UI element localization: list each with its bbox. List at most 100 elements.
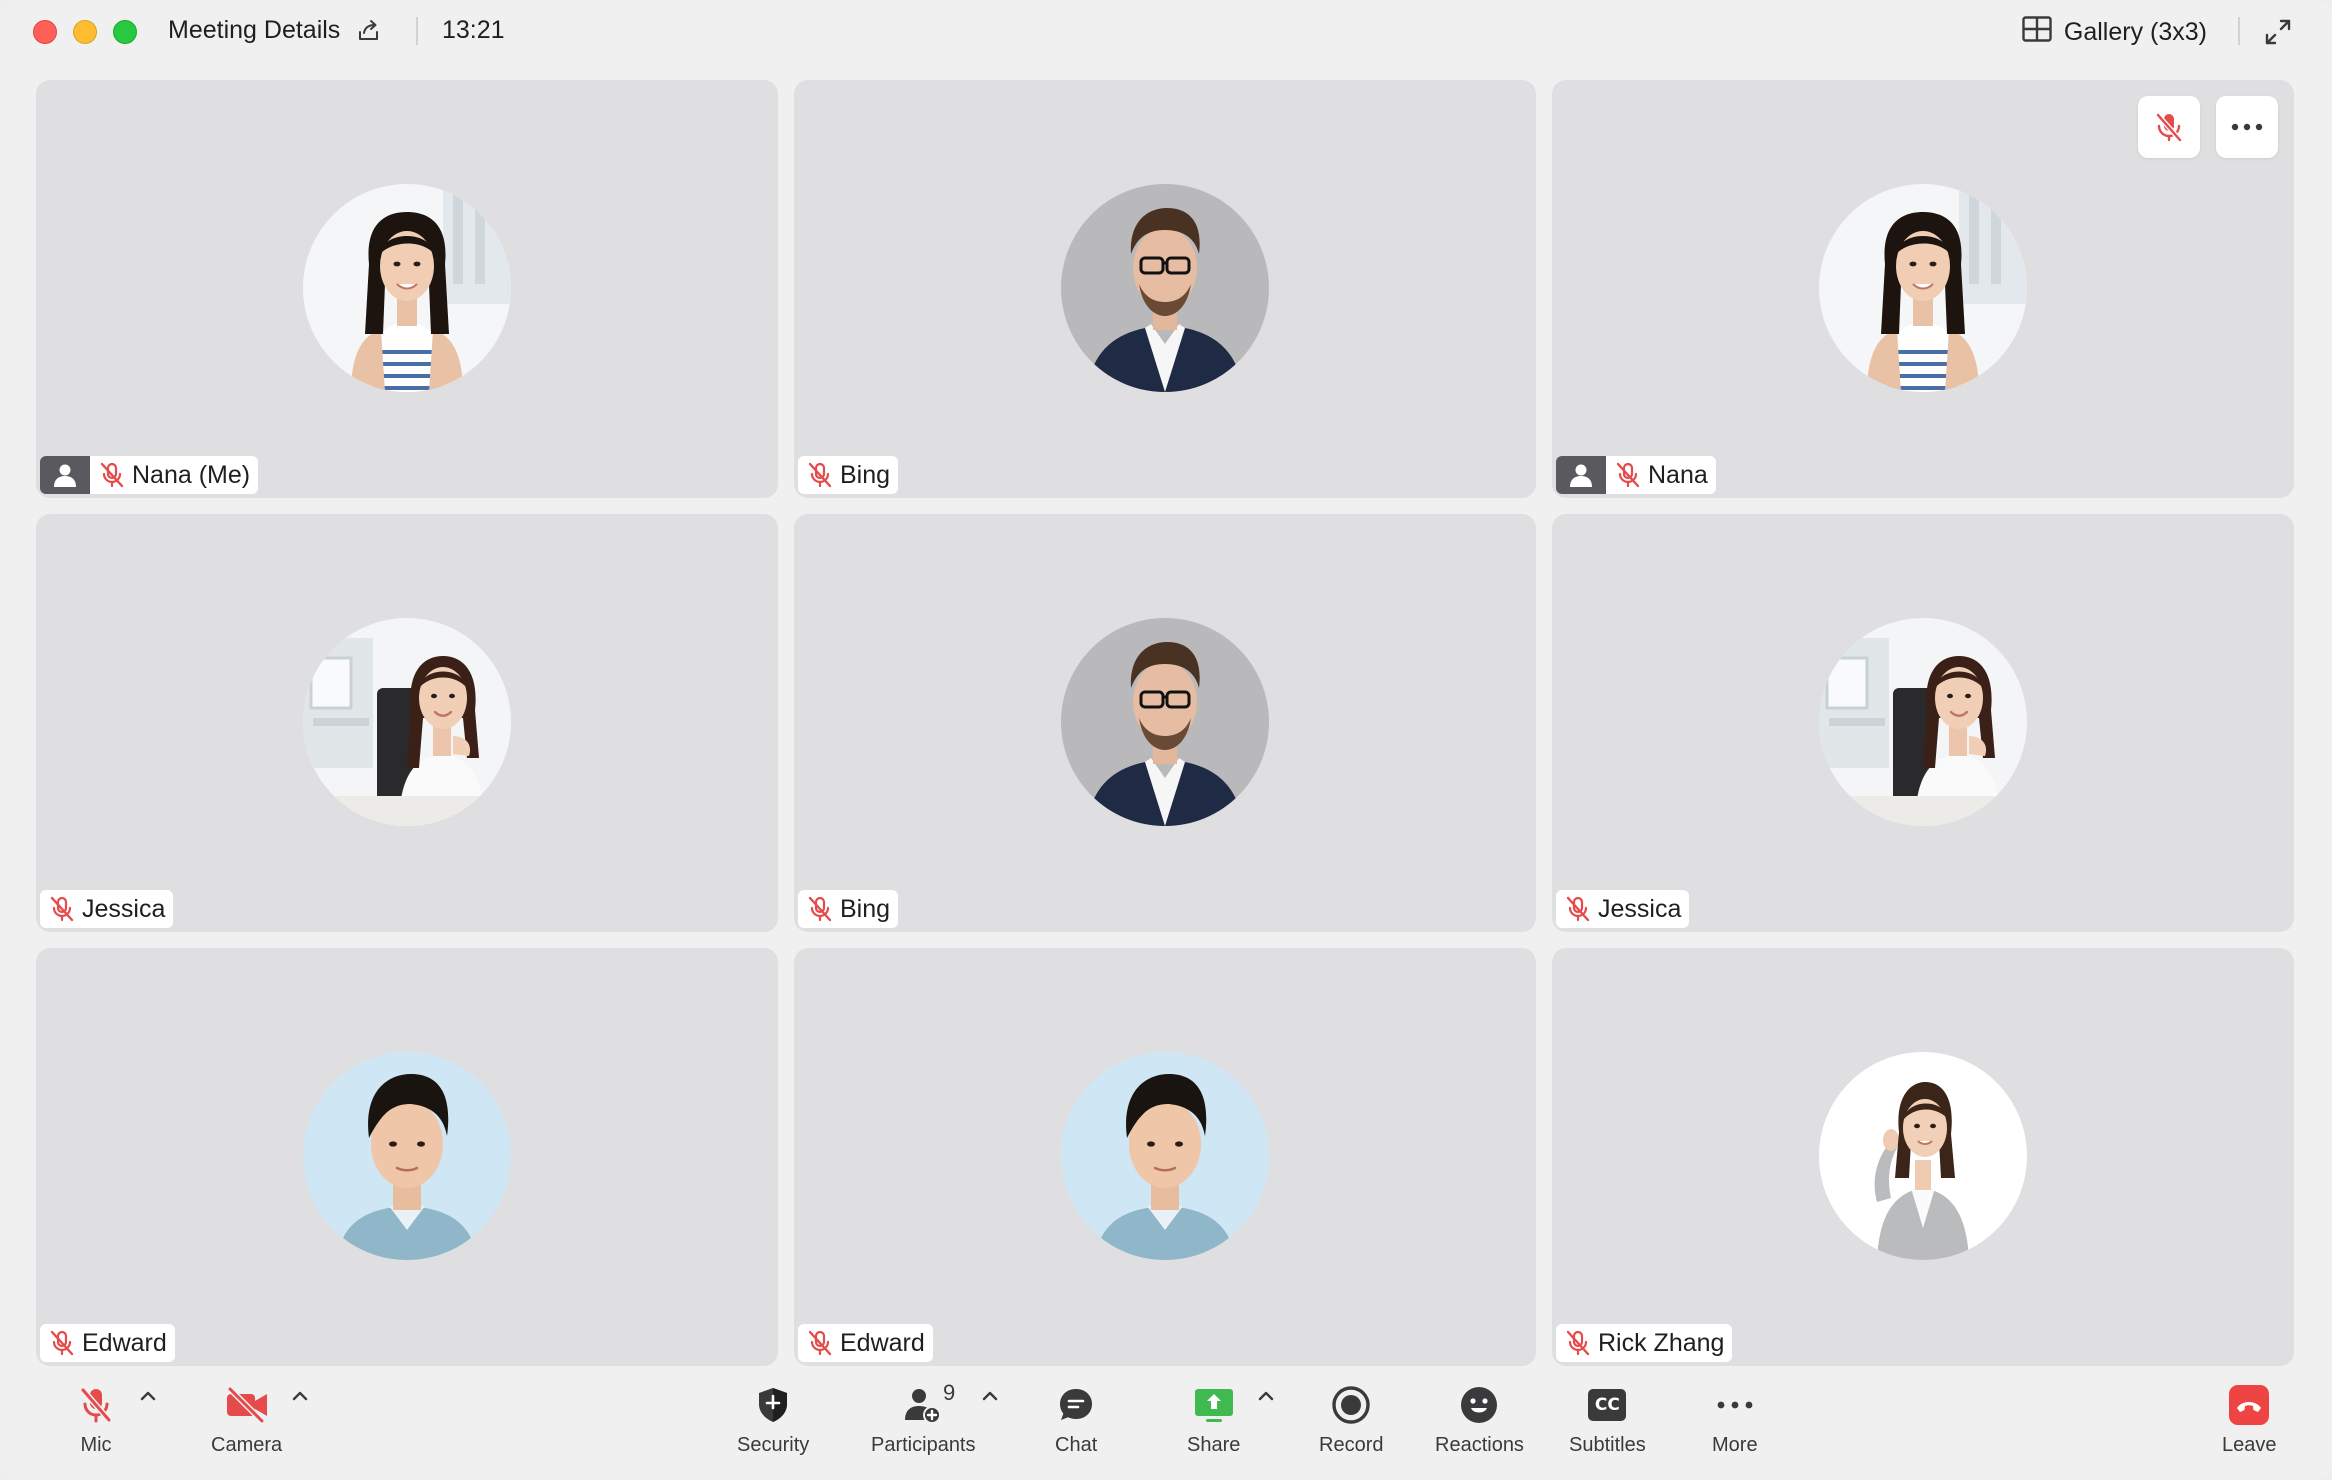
participant-avatar <box>1061 184 1269 392</box>
reactions-label: Reactions <box>1435 1434 1524 1456</box>
participant-avatar <box>303 184 511 392</box>
close-window-button[interactable] <box>33 20 57 44</box>
meeting-window: Meeting Details 13:21 Gallery (3x3) Nana… <box>0 0 2332 1480</box>
title-divider-right <box>2238 17 2240 45</box>
grid-icon <box>2022 15 2052 49</box>
share-screen-icon <box>1192 1380 1236 1430</box>
security-button[interactable]: Security <box>737 1380 809 1457</box>
participant-name: Jessica <box>1598 894 1682 923</box>
participant-avatar <box>303 618 511 826</box>
video-tile[interactable]: Jessica <box>1552 514 2294 932</box>
fullscreen-icon[interactable] <box>2264 18 2292 46</box>
participants-button[interactable]: Participants <box>871 1380 976 1457</box>
share-button[interactable]: Share <box>1187 1380 1240 1457</box>
mic-muted-icon <box>798 890 836 928</box>
video-tile[interactable]: Rick Zhang <box>1552 948 2294 1366</box>
smiley-icon <box>1459 1380 1499 1430</box>
mute-participant-icon[interactable] <box>2138 96 2200 158</box>
title-divider <box>416 17 418 45</box>
participants-icon <box>901 1380 945 1430</box>
participant-name: Nana <box>1648 460 1708 489</box>
participant-avatar <box>1061 618 1269 826</box>
participant-name-tag: Nana (Me) <box>40 456 259 494</box>
leave-button[interactable]: Leave <box>2222 1380 2277 1457</box>
shield-icon <box>753 1380 793 1430</box>
share-options-chevron-up-icon[interactable] <box>1256 1386 1276 1406</box>
video-gallery: Nana (Me) Bing Nana Jessica Bing Jessica… <box>36 80 2294 1366</box>
chat-label: Chat <box>1055 1434 1098 1456</box>
mic-muted-icon <box>90 456 128 494</box>
chat-bubble-icon <box>1056 1380 1096 1430</box>
participant-name: Edward <box>82 1328 167 1357</box>
participant-name-tag: Rick Zhang <box>1556 1324 1733 1362</box>
participant-name: Nana (Me) <box>132 460 251 489</box>
share-label: Share <box>1187 1434 1241 1456</box>
tile-actions <box>2138 96 2278 158</box>
meeting-title: Meeting Details <box>168 16 341 44</box>
participant-count-badge: 9 <box>943 1380 956 1405</box>
video-tile[interactable]: Edward <box>794 948 1536 1366</box>
video-tile[interactable]: Nana (Me) <box>36 80 778 498</box>
record-label: Record <box>1319 1434 1384 1456</box>
window-controls <box>33 20 137 44</box>
video-tile[interactable]: Jessica <box>36 514 778 932</box>
camera-button[interactable]: Camera <box>211 1380 282 1457</box>
more-button[interactable]: More <box>1712 1380 1758 1457</box>
more-label: More <box>1712 1434 1758 1456</box>
chat-button[interactable]: Chat <box>1055 1380 1097 1457</box>
mic-muted-icon <box>1606 456 1644 494</box>
security-label: Security <box>737 1434 810 1456</box>
camera-off-icon <box>224 1380 270 1430</box>
participant-name: Bing <box>840 460 891 489</box>
reactions-button[interactable]: Reactions <box>1435 1380 1524 1457</box>
participant-avatar <box>1061 1052 1269 1260</box>
participant-name-tag: Bing <box>798 456 899 494</box>
share-out-icon[interactable] <box>356 18 382 44</box>
person-icon <box>1556 456 1606 494</box>
mic-button[interactable]: Mic <box>76 1380 116 1457</box>
participant-name: Bing <box>840 894 891 923</box>
mic-muted-icon <box>1556 1324 1594 1362</box>
person-icon <box>40 456 90 494</box>
participant-name: Edward <box>840 1328 925 1357</box>
participant-name-tag: Edward <box>40 1324 175 1362</box>
participant-name-tag: Jessica <box>1556 890 1690 928</box>
participant-avatar <box>303 1052 511 1260</box>
zoom-window-button[interactable] <box>113 20 137 44</box>
leave-label: Leave <box>2222 1434 2277 1456</box>
view-mode-button[interactable]: Gallery (3x3) <box>2022 14 2207 50</box>
record-icon <box>1331 1380 1371 1430</box>
mic-muted-icon <box>798 456 836 494</box>
mic-options-chevron-up-icon[interactable] <box>138 1386 158 1406</box>
participant-name-tag: Nana <box>1556 456 1716 494</box>
mic-muted-icon <box>40 1324 78 1362</box>
mic-muted-icon <box>40 890 78 928</box>
minimize-window-button[interactable] <box>73 20 97 44</box>
meeting-toolbar: Mic Camera Security Participants 9 Chat … <box>0 1380 2332 1480</box>
video-tile[interactable]: Bing <box>794 80 1536 498</box>
subtitles-label: Subtitles <box>1569 1434 1646 1456</box>
video-tile[interactable]: Nana <box>1552 80 2294 498</box>
leave-phone-icon <box>2229 1380 2270 1430</box>
participant-name: Rick Zhang <box>1598 1328 1725 1357</box>
camera-label: Camera <box>211 1434 283 1456</box>
record-button[interactable]: Record <box>1319 1380 1383 1457</box>
participants-options-chevron-up-icon[interactable] <box>980 1386 1000 1406</box>
participant-avatar <box>1819 1052 2027 1260</box>
view-mode-label: Gallery (3x3) <box>2063 17 2207 46</box>
meeting-timer: 13:21 <box>442 16 505 44</box>
meeting-details-button[interactable]: Meeting Details <box>168 16 382 45</box>
more-options-icon[interactable] <box>2216 96 2278 158</box>
participant-name-tag: Edward <box>798 1324 933 1362</box>
participants-label: Participants <box>871 1434 976 1456</box>
participant-avatar <box>1819 184 2027 392</box>
video-tile[interactable]: Bing <box>794 514 1536 932</box>
participant-name: Jessica <box>82 894 166 923</box>
video-tile[interactable]: Edward <box>36 948 778 1366</box>
subtitles-button[interactable]: CC Subtitles <box>1569 1380 1646 1457</box>
mic-muted-icon <box>76 1380 116 1430</box>
mic-label: Mic <box>80 1434 112 1456</box>
mic-muted-icon <box>798 1324 836 1362</box>
camera-options-chevron-up-icon[interactable] <box>290 1386 310 1406</box>
closed-captions-icon: CC <box>1588 1380 1627 1430</box>
